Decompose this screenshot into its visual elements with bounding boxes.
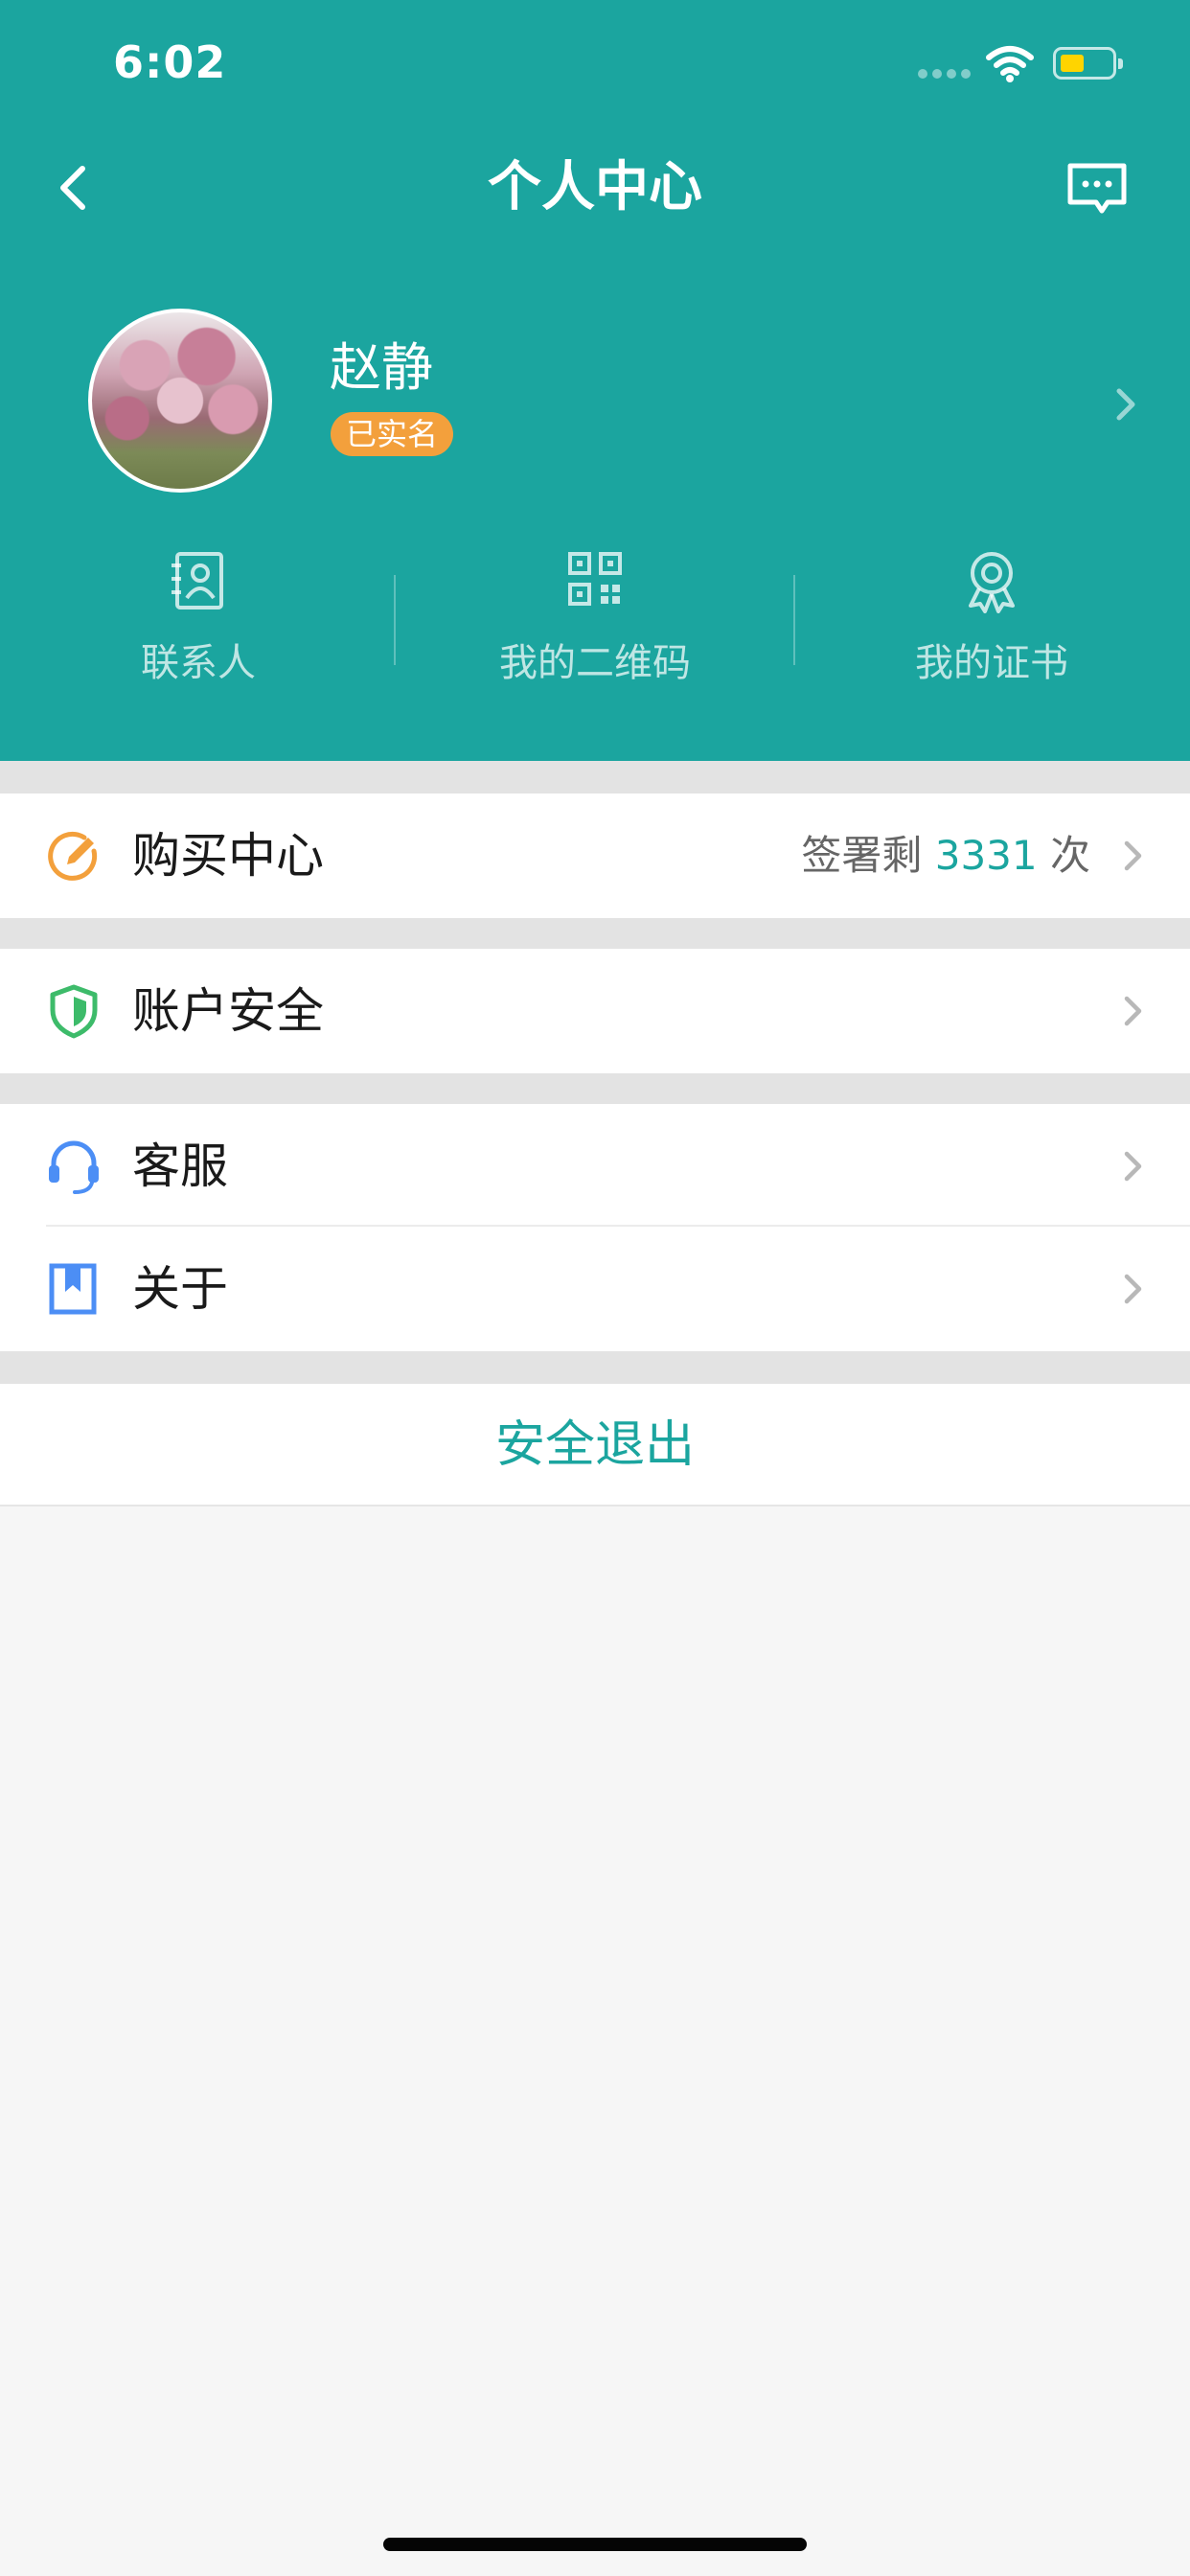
verified-badge: 已实名 — [331, 412, 454, 456]
section-gap — [0, 1073, 1190, 1104]
about-row[interactable]: 关于 — [0, 1227, 1190, 1351]
sign-remaining: 签署剩 3331 次 — [801, 794, 1090, 918]
shortcut-label: 我的二维码 — [499, 641, 691, 685]
wifi-icon — [986, 46, 1034, 82]
home-indicator[interactable] — [383, 2538, 807, 2551]
shortcut-label: 联系人 — [141, 641, 256, 685]
account-security-label: 账户安全 — [132, 983, 324, 1039]
divider — [394, 575, 396, 665]
avatar[interactable] — [88, 309, 272, 493]
battery-icon — [1053, 47, 1123, 80]
shortcut-label: 我的证书 — [915, 641, 1068, 685]
cellular-signal-icon — [918, 69, 973, 79]
profile-header: 6:02 个人中心 赵静 已实名 联系人 我的二维码 我的证书 — [0, 0, 1190, 761]
sign-remaining-prefix: 签署剩 — [801, 832, 923, 879]
sign-remaining-count: 3331 — [934, 832, 1038, 879]
purchase-center-row[interactable]: 购买中心 签署剩 3331 次 — [0, 794, 1190, 918]
customer-service-label: 客服 — [132, 1138, 228, 1194]
shortcut-contacts[interactable]: 联系人 — [0, 550, 397, 694]
logout-button[interactable]: 安全退出 — [0, 1384, 1190, 1506]
customer-service-row[interactable]: 客服 — [0, 1104, 1190, 1229]
chevron-right-icon — [1124, 1274, 1142, 1304]
chevron-right-icon — [1124, 996, 1142, 1026]
shortcut-qrcode[interactable]: 我的二维码 — [397, 550, 793, 694]
message-icon[interactable] — [1065, 161, 1129, 217]
purchase-center-label: 购买中心 — [132, 828, 324, 884]
sign-remaining-suffix: 次 — [1049, 832, 1090, 879]
page-title: 个人中心 — [488, 156, 702, 218]
bookmark-icon — [49, 1263, 97, 1315]
profile-chevron-icon[interactable] — [1111, 385, 1140, 424]
section-gap — [0, 1351, 1190, 1384]
certificate-icon — [969, 552, 1015, 613]
shortcut-certificate[interactable]: 我的证书 — [793, 550, 1190, 694]
user-name: 赵静 — [330, 337, 433, 398]
account-security-row[interactable]: 账户安全 — [0, 949, 1190, 1073]
contact-icon — [172, 552, 223, 610]
chevron-right-icon — [1124, 840, 1142, 871]
shield-icon — [50, 984, 98, 1039]
chevron-right-icon — [1124, 1151, 1142, 1182]
status-time: 6:02 — [113, 36, 227, 88]
edit-icon — [48, 831, 98, 881]
section-gap — [0, 761, 1190, 794]
headset-icon — [49, 1140, 99, 1194]
about-label: 关于 — [132, 1261, 228, 1317]
qrcode-icon — [568, 552, 622, 606]
section-gap — [0, 918, 1190, 949]
